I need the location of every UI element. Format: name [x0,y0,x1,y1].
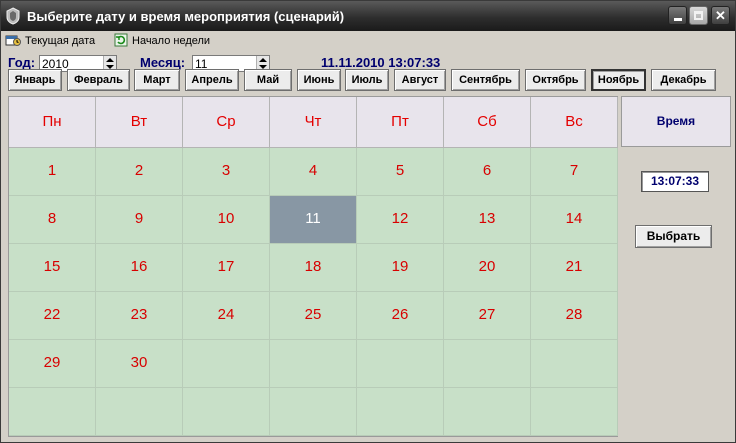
empty-day-cell [531,388,618,436]
month-button[interactable]: Август [394,69,446,91]
time-input[interactable]: 13:07:33 [641,171,709,192]
day-cell[interactable]: 19 [357,244,444,292]
day-cell[interactable]: 5 [357,148,444,196]
day-cell[interactable]: 21 [531,244,618,292]
day-cell[interactable]: 15 [9,244,96,292]
day-cell[interactable]: 4 [270,148,357,196]
day-cell[interactable]: 23 [96,292,183,340]
time-panel: Время 13:07:33 Выбрать [621,96,731,437]
year-label: Год: [8,55,36,70]
week-start-button[interactable]: Начало недели [114,33,210,49]
day-cell[interactable]: 20 [444,244,531,292]
calendar-grid: Пн Вт Ср Чт Пт Сб Вс 1 2 3 4 5 6 7 8 9 10 11 12 13 14 15 16 17 1… [8,96,618,437]
maximize-button[interactable] [689,6,708,25]
month-button[interactable]: Апрель [185,69,239,91]
month-button[interactable]: Февраль [67,69,130,91]
day-cell[interactable]: 1 [9,148,96,196]
month-button[interactable]: Ноябрь [591,69,646,91]
day-cell[interactable]: 28 [531,292,618,340]
empty-day-cell [270,388,357,436]
weekday-header: Чт [270,97,357,148]
day-cell[interactable]: 26 [357,292,444,340]
day-cell[interactable]: 30 [96,340,183,388]
choose-button[interactable]: Выбрать [635,225,712,248]
day-cell[interactable]: 7 [531,148,618,196]
empty-day-cell [444,340,531,388]
close-button[interactable]: ✕ [711,6,730,25]
week-start-label: Начало недели [132,35,211,47]
month-button[interactable]: Октябрь [525,69,586,91]
day-cell[interactable]: 16 [96,244,183,292]
weekday-header: Сб [444,97,531,148]
empty-day-cell [183,388,270,436]
month-button[interactable]: Июль [345,69,389,91]
day-cell[interactable]: 10 [183,196,270,244]
title-bar[interactable]: Выберите дату и время мероприятия (сцена… [1,1,735,31]
minimize-button[interactable] [668,6,687,25]
day-cell[interactable]: 29 [9,340,96,388]
day-cell[interactable]: 6 [444,148,531,196]
weekday-header: Пт [357,97,444,148]
month-button[interactable]: Сентябрь [451,69,520,91]
minimize-icon [674,18,682,21]
empty-day-cell [96,388,183,436]
month-button[interactable]: Март [134,69,180,91]
day-cell[interactable]: 2 [96,148,183,196]
day-cell[interactable]: 18 [270,244,357,292]
month-button[interactable]: Январь [8,69,62,91]
day-cell[interactable]: 24 [183,292,270,340]
current-date-icon [5,35,21,46]
weekday-header: Вт [96,97,183,148]
day-cell[interactable]: 27 [444,292,531,340]
app-icon [6,7,20,25]
empty-day-cell [357,340,444,388]
empty-day-cell [357,388,444,436]
day-cell[interactable]: 12 [357,196,444,244]
day-cell[interactable]: 8 [9,196,96,244]
current-date-label: Текущая дата [25,35,96,47]
spin-up-icon [106,58,114,62]
close-icon: ✕ [715,8,726,23]
day-cell[interactable]: 25 [270,292,357,340]
empty-day-cell [9,388,96,436]
month-button[interactable]: Декабрь [651,69,716,91]
maximize-icon [694,11,703,20]
day-cell[interactable]: 11 [270,196,357,244]
empty-day-cell [183,340,270,388]
month-button[interactable]: Июнь [297,69,341,91]
spin-up-icon [259,58,267,62]
month-button[interactable]: Май [244,69,292,91]
empty-day-cell [531,340,618,388]
month-label: Месяц: [140,55,186,70]
empty-day-cell [444,388,531,436]
empty-day-cell [270,340,357,388]
current-datetime: 11.11.2010 13:07:33 [321,55,441,70]
toolbar: Текущая дата Начало недели [1,31,735,50]
refresh-icon [114,33,128,47]
day-cell[interactable]: 13 [444,196,531,244]
day-cell[interactable]: 9 [96,196,183,244]
time-header: Время [621,96,731,147]
current-date-button[interactable]: Текущая дата [5,33,95,49]
weekday-header: Пн [9,97,96,148]
app-window: Выберите дату и время мероприятия (сцена… [0,0,736,443]
day-cell[interactable]: 17 [183,244,270,292]
weekday-header: Вс [531,97,618,148]
day-cell[interactable]: 14 [531,196,618,244]
weekday-header: Ср [183,97,270,148]
day-cell[interactable]: 3 [183,148,270,196]
day-cell[interactable]: 22 [9,292,96,340]
window-title: Выберите дату и время мероприятия (сцена… [27,9,345,24]
